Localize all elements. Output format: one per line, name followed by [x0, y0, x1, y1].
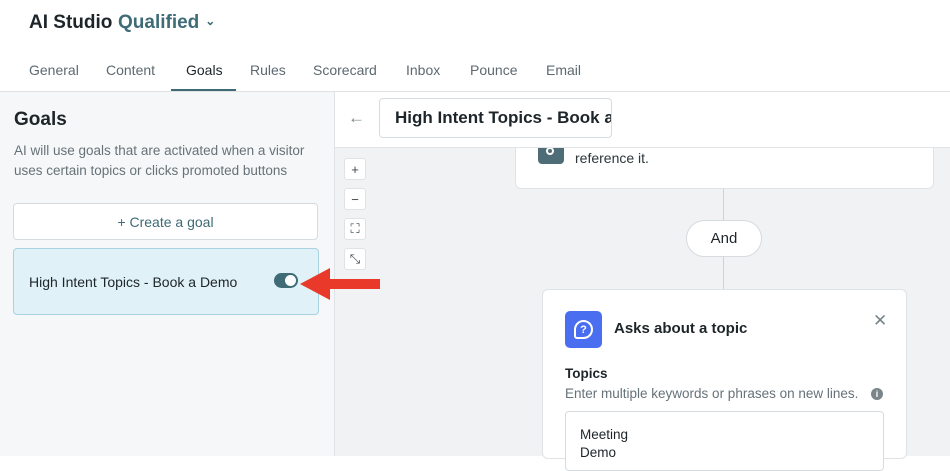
close-icon[interactable]: ✕	[873, 311, 887, 331]
tab-pounce[interactable]: Pounce	[470, 62, 517, 78]
tab-inbox[interactable]: Inbox	[406, 62, 440, 78]
zoom-in-button[interactable]: +	[344, 158, 366, 180]
org-switcher[interactable]: Qualified ⌄	[118, 12, 215, 34]
fit-view-button[interactable]: ⛶	[344, 218, 366, 240]
goal-label: High Intent Topics - Book a Demo	[29, 274, 238, 290]
question-chat-icon: ?	[565, 311, 602, 348]
goals-heading: Goals	[14, 109, 67, 130]
topics-textarea[interactable]: Meeting Demo	[565, 411, 884, 471]
tab-general[interactable]: General	[29, 62, 79, 78]
tab-content[interactable]: Content	[106, 62, 155, 78]
tab-goals[interactable]: Goals	[186, 62, 223, 78]
create-goal-button[interactable]: + Create a goal	[13, 203, 318, 240]
zoom-out-button[interactable]: −	[344, 188, 366, 210]
topics-help-text: Enter multiple keywords or phrases on ne…	[565, 386, 859, 401]
toggle-knob	[285, 275, 296, 286]
condition-card-text: reference it.	[575, 150, 649, 166]
back-arrow-icon[interactable]: ←	[348, 108, 365, 128]
app-title: AI Studio	[29, 12, 113, 33]
tab-scorecard[interactable]: Scorecard	[313, 62, 377, 78]
goal-enabled-toggle[interactable]	[274, 273, 298, 288]
and-operator[interactable]: And	[686, 220, 762, 257]
goal-name-input[interactable]: High Intent Topics - Book a Demo	[379, 98, 612, 138]
topics-label: Topics	[565, 366, 608, 381]
connector-line	[723, 257, 724, 289]
connector-line	[723, 189, 724, 220]
topic-card-title: Asks about a topic	[614, 320, 748, 337]
org-name: Qualified	[118, 12, 200, 33]
goals-description: AI will use goals that are activated whe…	[14, 143, 305, 178]
tab-email[interactable]: Email	[546, 62, 581, 78]
annotation-arrow-icon	[300, 268, 380, 300]
active-tab-indicator	[171, 89, 236, 91]
info-icon[interactable]: i	[871, 388, 883, 400]
tab-rules[interactable]: Rules	[250, 62, 286, 78]
tab-bar: General Content Goals Rules Scorecard In…	[0, 52, 950, 92]
chevron-down-icon: ⌄	[205, 14, 216, 28]
